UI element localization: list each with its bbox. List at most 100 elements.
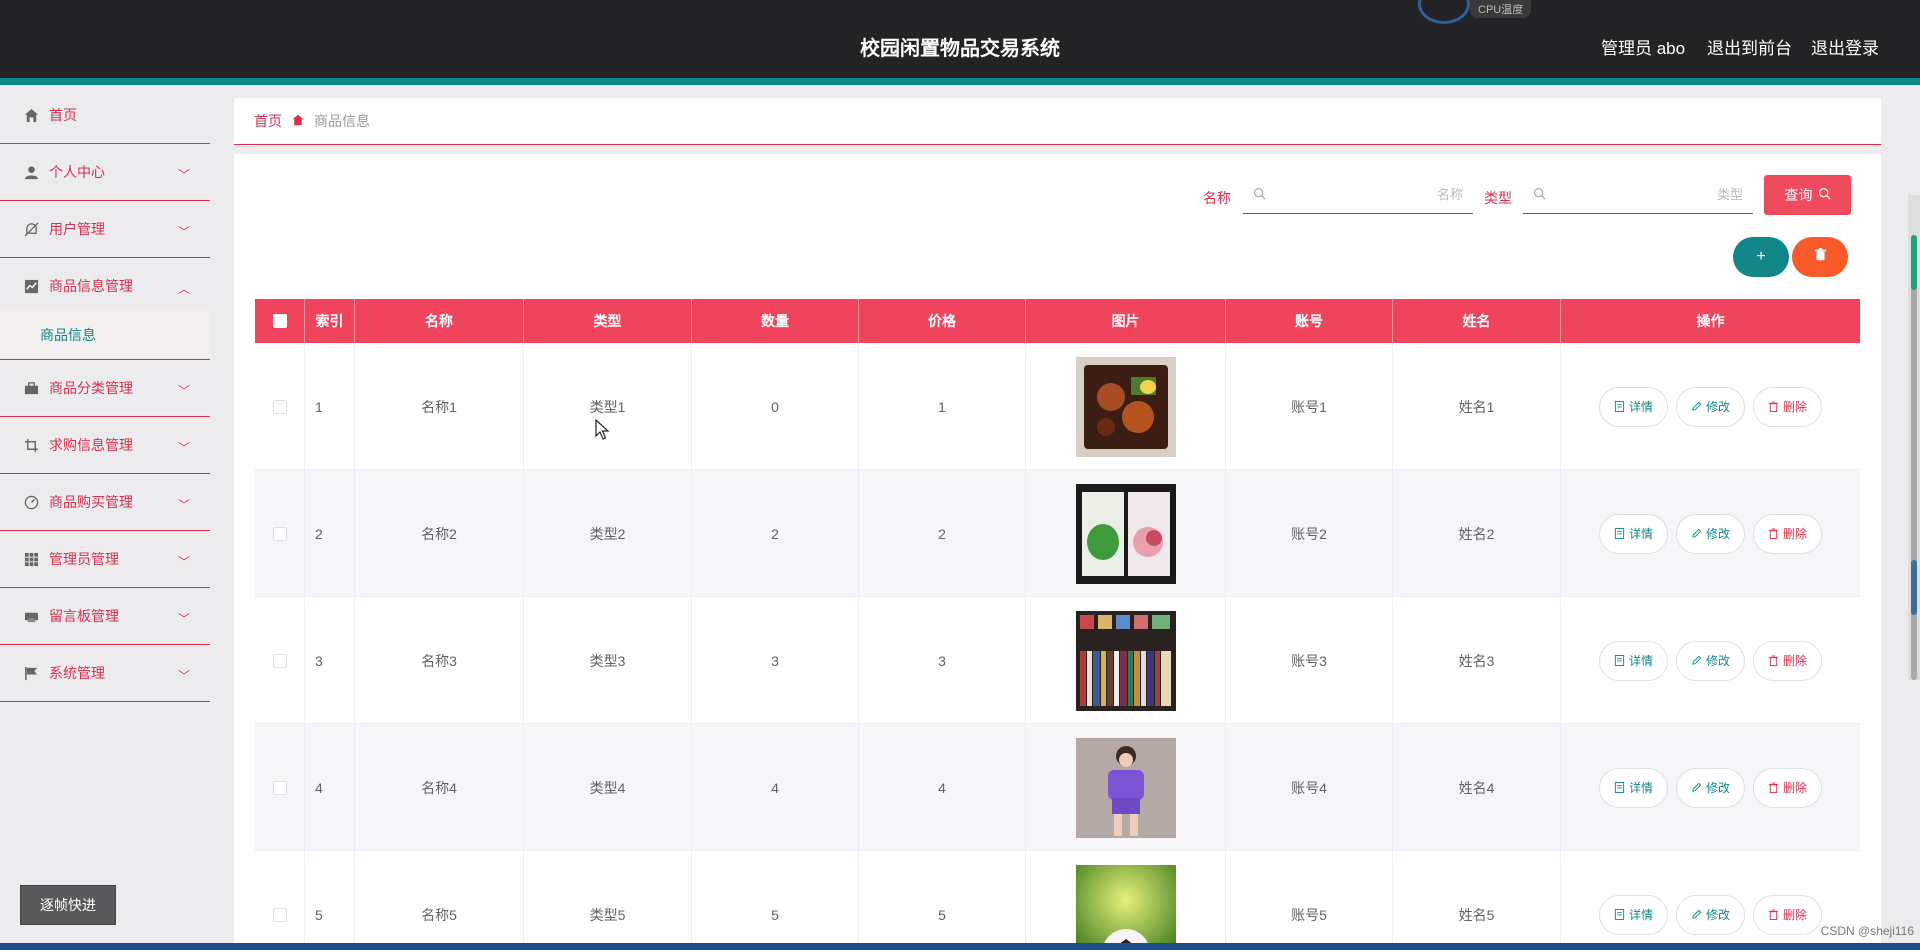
edit-button[interactable]: 修改 [1675, 513, 1745, 554]
frame-forward-button[interactable]: 逐帧快进 [20, 885, 116, 925]
detail-button[interactable]: 详情 [1598, 513, 1668, 554]
row-select-cell [255, 597, 305, 724]
sidebar-item-purchase-management[interactable]: 商品购买管理 ﹀ [0, 474, 210, 531]
cell-account: 账号2 [1226, 470, 1393, 597]
crop-icon [22, 436, 40, 454]
product-image [1075, 483, 1176, 584]
detail-button[interactable]: 详情 [1598, 640, 1668, 681]
row-checkbox[interactable] [272, 907, 287, 922]
type-search-label: 类型 [1484, 190, 1512, 206]
select-all-checkbox[interactable] [272, 314, 287, 328]
row-checkbox[interactable] [272, 526, 287, 541]
back-to-front-link[interactable]: 退出到前台 [1707, 34, 1792, 59]
sidebar-item-category-management[interactable]: 商品分类管理 ﹀ [0, 360, 210, 417]
cell-image [1026, 851, 1226, 950]
document-icon [1614, 782, 1625, 793]
document-icon [1614, 655, 1625, 666]
sidebar-item-label: 商品信息管理 [49, 278, 133, 294]
header-accent-bar [0, 78, 1920, 85]
admin-name: 管理员 abo [1601, 39, 1686, 58]
sidebar-subitem-product-info[interactable]: 商品信息 [0, 311, 210, 360]
edit-icon [1692, 782, 1702, 792]
breadcrumb: 首页 商品信息 [234, 98, 1881, 145]
sidebar-item-personal-center[interactable]: 个人中心 ﹀ [0, 144, 210, 201]
chevron-down-icon: ﹀ [177, 498, 190, 512]
header-type: 类型 [524, 299, 692, 343]
name-search-label: 名称 [1203, 190, 1231, 206]
delete-button[interactable]: 删除 [1753, 640, 1823, 681]
chevron-down-icon: ﹀ [177, 555, 190, 569]
batch-delete-button[interactable] [1792, 237, 1848, 277]
header-account: 账号 [1226, 299, 1393, 343]
query-button[interactable]: 查询 [1764, 175, 1851, 215]
breadcrumb-home-link[interactable]: 首页 [254, 111, 282, 131]
add-button[interactable]: + [1733, 237, 1789, 277]
trash-icon [1768, 401, 1779, 412]
sidebar-item-label: 商品分类管理 [49, 380, 133, 396]
cell-image [1026, 597, 1226, 724]
edit-button[interactable]: 修改 [1675, 767, 1745, 808]
table-header: 索引 名称 类型 数量 价格 图片 账号 姓名 操作 [255, 299, 1860, 343]
cell-name: 名称3 [355, 597, 524, 724]
detail-button-label: 详情 [1628, 908, 1653, 922]
cell-name: 名称4 [355, 724, 524, 851]
detail-button[interactable]: 详情 [1598, 386, 1668, 427]
header-operations: 操作 [1696, 313, 1725, 329]
cell-index: 3 [305, 597, 355, 724]
sidebar-item-admin-management[interactable]: 管理员管理 ﹀ [0, 531, 210, 588]
chevron-down-icon: ﹀ [177, 669, 190, 683]
row-checkbox[interactable] [272, 653, 287, 668]
header-person-name: 姓名 [1393, 299, 1561, 343]
printer-icon [22, 607, 40, 625]
cell-operations: 详情 修改 删除 [1561, 343, 1860, 470]
delete-button[interactable]: 删除 [1753, 513, 1823, 554]
detail-button[interactable]: 详情 [1598, 894, 1668, 935]
cell-type: 类型2 [524, 470, 692, 597]
cell-quantity: 5 [692, 851, 859, 950]
chevron-down-icon: ﹀ [177, 225, 190, 239]
sidebar-item-purchase-request-management[interactable]: 求购信息管理 ﹀ [0, 417, 210, 474]
cell-name: 名称1 [355, 343, 524, 470]
edit-button-label: 修改 [1705, 781, 1730, 795]
delete-button[interactable]: 删除 [1753, 894, 1823, 935]
sidebar-item-label: 系统管理 [49, 665, 105, 681]
sidebar-item-label: 留言板管理 [49, 608, 119, 624]
search-icon [1253, 187, 1266, 203]
sidebar-item-user-management[interactable]: 用户管理 ﹀ [0, 201, 210, 258]
flag-icon [22, 664, 40, 682]
name-search-input[interactable] [1266, 187, 1463, 202]
edit-button[interactable]: 修改 [1675, 894, 1745, 935]
cpu-label: CPU温度 [1470, 0, 1532, 18]
delete-button[interactable]: 删除 [1753, 767, 1823, 808]
edit-button[interactable]: 修改 [1675, 386, 1745, 427]
cell-quantity: 0 [692, 343, 859, 470]
type-search-input[interactable] [1546, 187, 1743, 202]
row-select-cell [255, 851, 305, 950]
edit-button[interactable]: 修改 [1675, 640, 1745, 681]
cell-operations: 详情 修改 删除 [1561, 851, 1860, 950]
sidebar-item-home[interactable]: 首页 [0, 87, 210, 144]
sidebar-item-system-management[interactable]: 系统管理 ﹀ [0, 645, 210, 702]
gauge-icon [22, 493, 40, 511]
row-checkbox[interactable] [272, 780, 287, 795]
logout-link[interactable]: 退出登录 [1811, 34, 1879, 59]
sidebar-item-message-board-management[interactable]: 留言板管理 ﹀ [0, 588, 210, 645]
cell-person-name: 姓名3 [1393, 597, 1561, 724]
cell-person-name: 姓名2 [1393, 470, 1561, 597]
row-select-cell [255, 343, 305, 470]
chevron-down-icon: ﹀ [177, 168, 190, 182]
cell-price: 5 [859, 851, 1026, 950]
type-search-field [1523, 176, 1753, 214]
user-icon [22, 163, 40, 181]
cell-price: 4 [859, 724, 1026, 851]
row-checkbox[interactable] [272, 399, 287, 414]
mouse-cursor-icon [595, 419, 610, 440]
cell-price: 2 [859, 470, 1026, 597]
detail-button[interactable]: 详情 [1598, 767, 1668, 808]
delete-button[interactable]: 删除 [1753, 386, 1823, 427]
sidebar-item-product-info-management[interactable]: 商品信息管理 ︿ [0, 258, 210, 315]
delete-button-label: 删除 [1783, 400, 1808, 414]
sidebar-item-label: 商品购买管理 [49, 494, 133, 510]
breadcrumb-current: 商品信息 [314, 113, 370, 129]
cell-name: 名称2 [355, 470, 524, 597]
